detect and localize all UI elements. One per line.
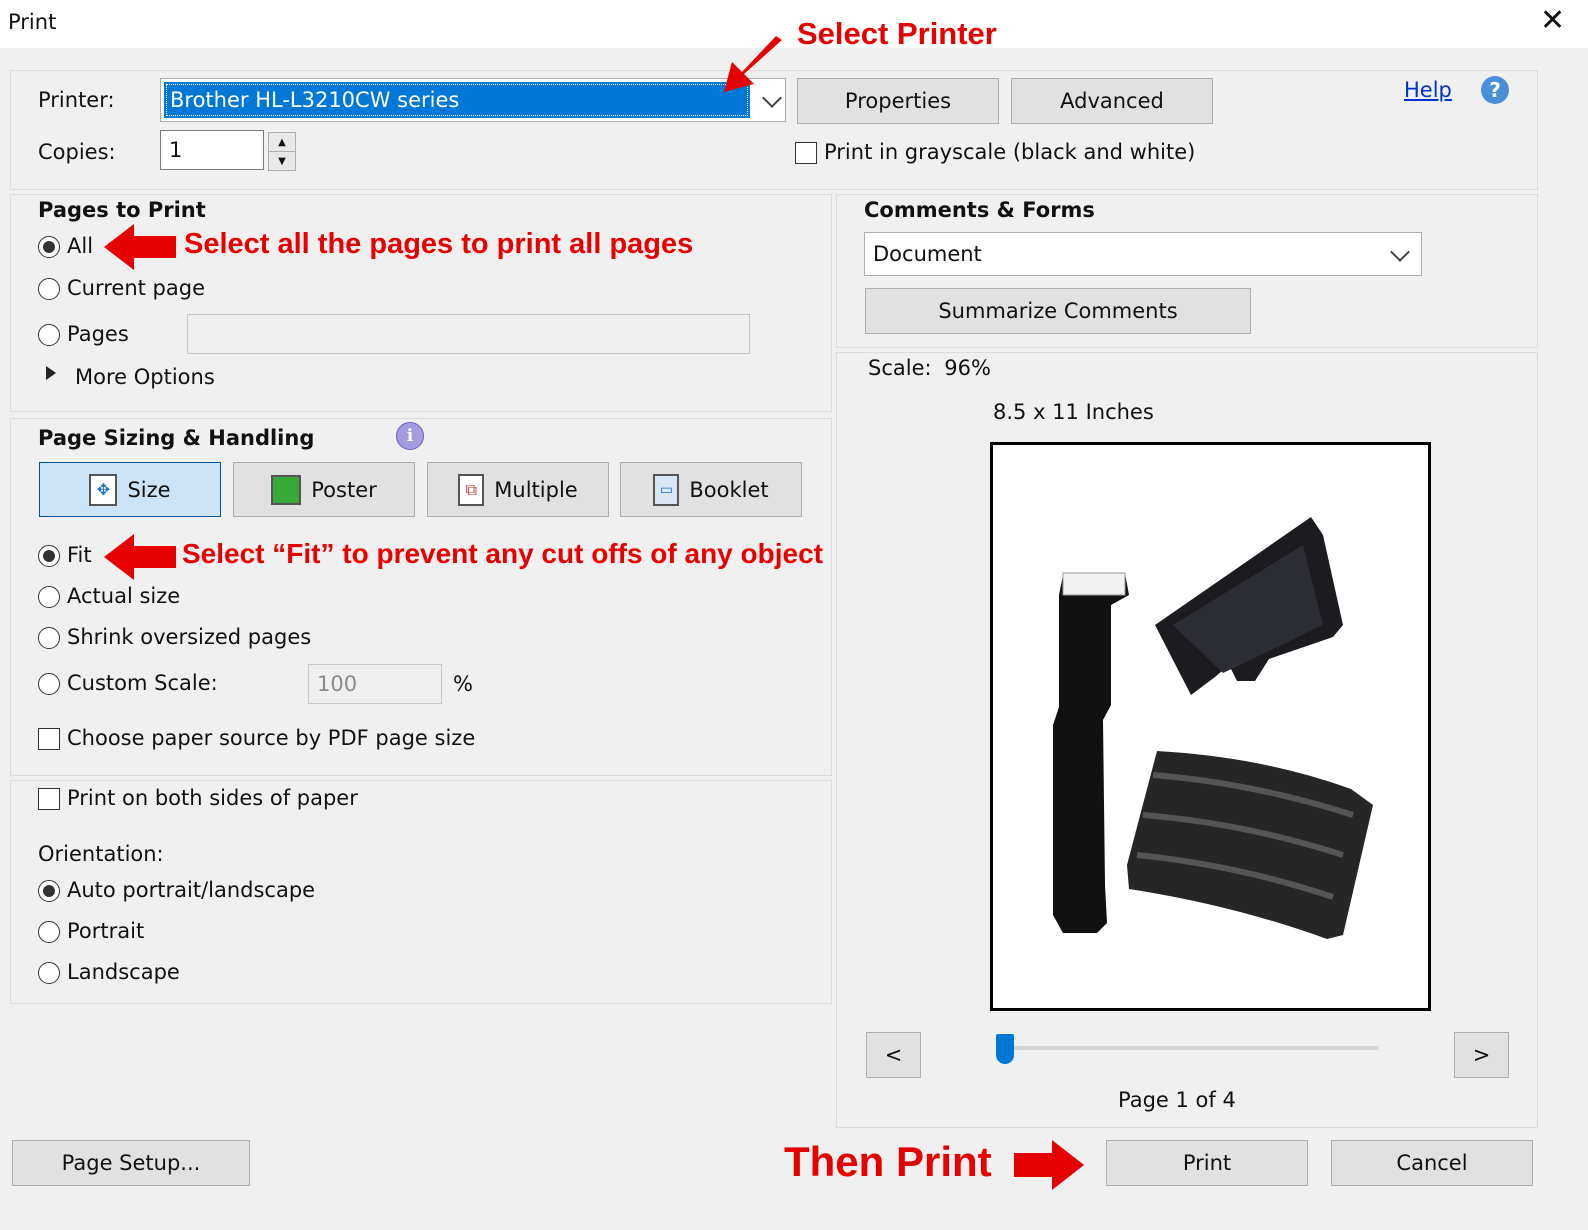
annotation-select-printer: Select Printer (797, 16, 997, 51)
page-preview (990, 442, 1431, 1011)
radio-custom-scale-label: Custom Scale: (67, 671, 218, 695)
annotation-select-fit: Select “Fit” to prevent any cut offs of … (182, 538, 823, 569)
page-slider-track[interactable] (1008, 1046, 1378, 1050)
radio-fit[interactable] (38, 545, 60, 567)
radio-shrink-oversized[interactable] (38, 627, 60, 649)
summarize-comments-button[interactable]: Summarize Comments (865, 288, 1251, 334)
copies-input[interactable]: 1 (160, 130, 264, 170)
annotation-arrow-icon (104, 224, 176, 270)
comments-forms-value: Document (873, 242, 982, 266)
page-indicator: Page 1 of 4 (1118, 1088, 1236, 1112)
stepper-down-icon[interactable]: ▼ (268, 152, 296, 171)
annotation-arrow-icon (104, 534, 176, 580)
annotation-then-print: Then Print (784, 1138, 992, 1185)
radio-auto-orientation-label: Auto portrait/landscape (67, 878, 316, 902)
copies-stepper[interactable]: ▲ ▼ (268, 132, 296, 171)
radio-current-page[interactable] (38, 278, 60, 300)
printer-select[interactable]: Brother HL-L3210CW series (160, 78, 786, 122)
properties-button[interactable]: Properties (797, 78, 999, 124)
radio-portrait[interactable] (38, 921, 60, 943)
title-bar (0, 0, 1588, 48)
stepper-up-icon[interactable]: ▲ (268, 132, 296, 152)
poster-icon (271, 474, 302, 505)
tab-multiple-label: Multiple (494, 477, 578, 502)
radio-all-label: All (67, 234, 94, 258)
advanced-button[interactable]: Advanced (1011, 78, 1213, 124)
radio-custom-scale[interactable] (38, 673, 60, 695)
info-icon[interactable]: i (396, 422, 424, 450)
printer-select-value: Brother HL-L3210CW series (164, 82, 750, 118)
chevron-down-icon (1390, 242, 1410, 262)
page-slider-thumb[interactable] (996, 1034, 1014, 1064)
print-button[interactable]: Print (1106, 1140, 1308, 1186)
radio-current-page-label: Current page (67, 276, 205, 300)
tab-size-label: Size (127, 477, 171, 502)
expand-triangle-icon[interactable] (46, 366, 56, 380)
radio-auto-orientation[interactable] (38, 880, 60, 902)
tab-size[interactable]: ✥ Size (39, 462, 221, 517)
annotation-arrow-icon (724, 36, 782, 92)
preview-part-magazine (1127, 751, 1373, 939)
paper-size-label: 8.5 x 11 Inches (993, 400, 1154, 424)
comments-forms-heading: Comments & Forms (864, 198, 1095, 222)
pages-to-print-heading: Pages to Print (38, 198, 206, 222)
paper-source-checkbox[interactable] (38, 728, 60, 750)
radio-landscape-label: Landscape (67, 960, 180, 984)
previous-page-button[interactable]: < (866, 1032, 921, 1078)
tab-poster[interactable]: Poster (233, 462, 415, 517)
annotation-select-all: Select all the pages to print all pages (184, 228, 694, 260)
scale-value: 96% (944, 356, 991, 380)
copies-label: Copies: (38, 140, 116, 164)
duplex-label: Print on both sides of paper (67, 786, 358, 810)
radio-actual-size-label: Actual size (67, 584, 181, 608)
paper-source-label: Choose paper source by PDF page size (67, 726, 476, 750)
radio-landscape[interactable] (38, 962, 60, 984)
window-title: Print (8, 10, 57, 34)
comments-forms-select[interactable]: Document (864, 232, 1422, 276)
scale-label-text: Scale: (868, 356, 932, 380)
radio-shrink-oversized-label: Shrink oversized pages (67, 625, 312, 649)
printer-label: Printer: (38, 88, 115, 112)
tab-poster-label: Poster (311, 477, 377, 502)
preview-part-tube-cap (1062, 572, 1126, 596)
preview-image (1053, 517, 1373, 939)
booklet-icon: ▭ (653, 473, 680, 506)
percent-label: % (453, 672, 473, 696)
preview-part-tube (1053, 573, 1129, 933)
size-icon: ✥ (89, 473, 118, 506)
next-page-button[interactable]: > (1454, 1032, 1509, 1078)
radio-all[interactable] (38, 236, 60, 258)
cancel-button[interactable]: Cancel (1331, 1140, 1533, 1186)
multiple-pages-icon: ⧉ (458, 473, 485, 506)
help-icon[interactable]: ? (1481, 76, 1509, 104)
orientation-label: Orientation: (38, 842, 164, 866)
tab-multiple[interactable]: ⧉ Multiple (427, 462, 609, 517)
duplex-checkbox[interactable] (38, 788, 60, 810)
page-sizing-heading: Page Sizing & Handling (38, 426, 315, 450)
scale-label: Scale: 96% (868, 356, 991, 380)
tab-booklet-label: Booklet (689, 477, 769, 502)
more-options-toggle[interactable]: More Options (75, 365, 215, 389)
page-setup-button[interactable]: Page Setup... (12, 1140, 250, 1186)
help-link[interactable]: Help (1404, 78, 1452, 102)
radio-fit-label: Fit (67, 543, 92, 567)
custom-scale-input[interactable]: 100 (308, 664, 442, 704)
radio-pages-label: Pages (67, 322, 129, 346)
radio-portrait-label: Portrait (67, 919, 145, 943)
radio-pages[interactable] (38, 324, 60, 346)
radio-actual-size[interactable] (38, 586, 60, 608)
annotation-arrow-icon (1014, 1140, 1084, 1190)
grayscale-label: Print in grayscale (black and white) (824, 140, 1196, 164)
pages-range-input[interactable] (187, 314, 750, 354)
tab-booklet[interactable]: ▭ Booklet (620, 462, 802, 517)
grayscale-checkbox[interactable] (795, 142, 817, 164)
close-icon[interactable]: ✕ (1540, 6, 1565, 36)
